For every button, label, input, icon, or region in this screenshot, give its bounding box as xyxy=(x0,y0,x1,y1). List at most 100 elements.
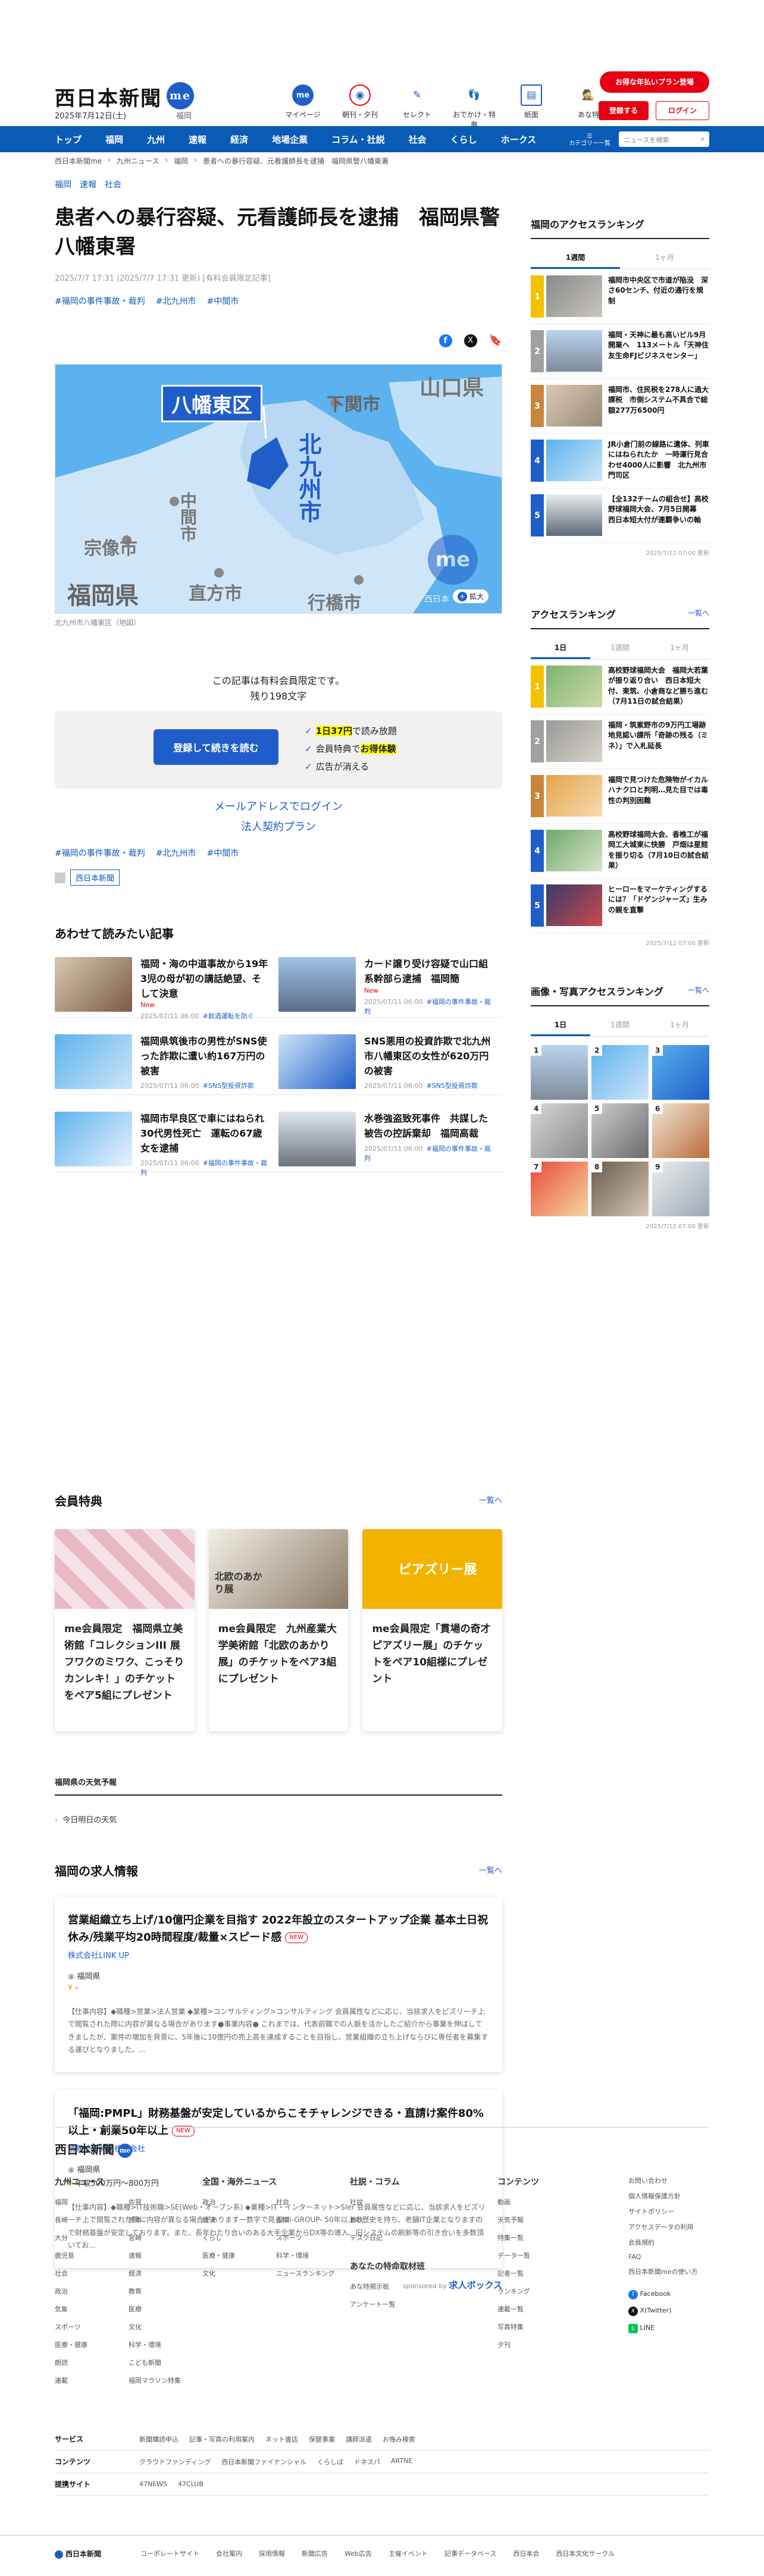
ranking-item[interactable]: 5 【全132チームの組合せ】高校野球福岡大会、7月5日開幕 西日本短大付が連覇争… xyxy=(531,488,709,543)
footer-link[interactable]: 医療・健康 xyxy=(202,2251,276,2260)
ranking-item[interactable]: 4 高校野球福岡大会、香椎工が福岡工大城東に快勝 戸畑は星館を振り切る（7月10日… xyxy=(531,824,709,878)
footer-link[interactable]: 社会 xyxy=(55,2268,129,2278)
footer-service-link[interactable]: 47CLUB xyxy=(178,2480,203,2488)
nav-economy[interactable]: 経済 xyxy=(230,133,260,146)
footer-bottom-link[interactable]: 記事データベース xyxy=(444,2549,496,2558)
related-item[interactable]: SNS悪用の投資詐欺で北九州市八幡東区の女性が620万円の被害 2025/07/1… xyxy=(278,1034,502,1095)
footer-service-link[interactable]: 保健事業 xyxy=(309,2434,335,2444)
register-continue-button[interactable]: 登録して続きを読む xyxy=(154,729,278,765)
search-input[interactable]: ニュースを検索 ⌕ xyxy=(619,131,709,147)
footer-bottom-link[interactable]: 西日本会 xyxy=(513,2549,539,2558)
ranking-item[interactable]: 3 福岡市、住民税を278人に過大課税 市側システム不具合で総額277万6500円 xyxy=(531,379,709,434)
site-logo[interactable]: 西日本新聞 me xyxy=(55,82,194,111)
footer-link[interactable]: 政治 xyxy=(202,2197,276,2207)
footer-link[interactable]: 経済 xyxy=(202,2215,276,2224)
outing-link[interactable]: 👣 おでかけ・特典 xyxy=(451,84,497,130)
footer-link[interactable]: 医療・健康 xyxy=(55,2340,129,2349)
footer-link[interactable]: 国際 xyxy=(276,2215,350,2224)
ranking-item[interactable]: 1 高校野球福岡大会 福岡大若葉が振り返り合い 西日本短大付、東筑、小倉商など勝ち… xyxy=(531,660,709,714)
footer-link[interactable]: 記者一覧 xyxy=(497,2268,628,2278)
photo-thumb[interactable]: 8 xyxy=(591,1162,649,1216)
nav-local-business[interactable]: 地場企業 xyxy=(272,133,320,146)
tab-week[interactable]: 1週間 xyxy=(590,638,650,659)
related-item[interactable]: 福岡市早良区で車にはねられ30代男性死亡 運転の67歳女を逮捕 2025/07/1… xyxy=(55,1112,278,1176)
photo-more-link[interactable]: 一覧へ xyxy=(688,985,709,995)
footer-link[interactable]: 連載 xyxy=(55,2376,129,2385)
member-card[interactable]: ピアズリー展 me会員限定「貫場の奇才 ピアズリー展」のチケットをペア10組様に… xyxy=(362,1529,503,1731)
footer-link[interactable]: データ一覧 xyxy=(497,2251,628,2260)
footer-link[interactable]: スポーツ xyxy=(276,2233,350,2242)
footer-link[interactable]: 福岡 xyxy=(55,2197,129,2207)
bookmark-icon[interactable]: 🔖 xyxy=(489,334,502,347)
email-login-link[interactable]: メールアドレスでログイン xyxy=(55,797,502,817)
photo-thumb[interactable]: 5 xyxy=(591,1103,649,1158)
ranking-item[interactable]: 2 福岡・天神に最も高いビル9月開業へ 113メートル「天神住友生命FJビジネスセ… xyxy=(531,324,709,379)
footer-link[interactable]: 社会 xyxy=(276,2197,350,2207)
footer-bottom-link[interactable]: 主催イベント xyxy=(389,2549,428,2558)
footer-bottom-link[interactable]: 新聞広告 xyxy=(302,2549,328,2558)
footer-link[interactable]: 大分 xyxy=(55,2233,129,2242)
category-tag[interactable]: 社会 xyxy=(105,178,121,190)
related-item[interactable]: 水巻強盗致死事件 共謀した被告の控訴棄却 福岡高裁 2025/07/11 06:0… xyxy=(278,1112,502,1172)
topic-tag[interactable]: #中間市 xyxy=(206,295,239,307)
ranking-item[interactable]: 4 JR小倉门前の線路に遺体、列車にはねられたか 一時運行見合わせ4000人に影響… xyxy=(531,434,709,488)
ranking-item[interactable]: 2 福岡・筑紫野市の9万円工場跡地見認い課所「奇跡の残る（ミネ）」で入札延長 xyxy=(531,714,709,769)
x-icon[interactable]: X xyxy=(464,334,477,347)
facebook-link[interactable]: f Facebook xyxy=(628,2286,700,2303)
corporate-plan-link[interactable]: 法人契約プラン xyxy=(55,817,502,837)
topic-tag[interactable]: #北九州市 xyxy=(156,295,196,307)
photo-thumb[interactable]: 3 xyxy=(652,1045,709,1100)
related-item[interactable]: 福岡・海の中道事故から19年 3児の母が初の講話絶望、そして決意 New 2025/… xyxy=(55,957,278,1020)
footer-service-link[interactable]: クラウドファンディング xyxy=(139,2457,211,2467)
tab-day[interactable]: 1日 xyxy=(531,1015,590,1036)
footer-link[interactable]: 文化 xyxy=(202,2268,276,2278)
facebook-icon[interactable]: f xyxy=(439,334,452,347)
newspaper-link[interactable]: ◉ 朝刊・夕刊 xyxy=(337,84,383,130)
topic-tag[interactable]: #福岡の事件事故・裁判 xyxy=(55,847,145,859)
footer-link[interactable]: 科学・環境 xyxy=(276,2251,350,2260)
footer-link[interactable]: こども新聞 xyxy=(129,2358,202,2367)
footer-link[interactable]: ランキング xyxy=(497,2286,628,2296)
footer-link[interactable]: アクセスデータの利用 xyxy=(628,2222,700,2232)
footer-service-link[interactable]: 講師派遣 xyxy=(346,2434,372,2444)
tab-month[interactable]: 1ヶ月 xyxy=(650,1015,709,1036)
nav-fukuoka[interactable]: 福岡 xyxy=(105,133,135,146)
footer-link[interactable]: お問い合わせ xyxy=(628,2176,700,2185)
footer-bottom-link[interactable]: 会社案内 xyxy=(216,2549,242,2558)
footer-link[interactable]: アンケート一覧 xyxy=(350,2299,497,2309)
jobs-more-link[interactable]: 一覧へ xyxy=(479,1864,502,1875)
footer-link[interactable]: 西日本新聞meの使い方 xyxy=(628,2267,700,2276)
photo-thumb[interactable]: 6 xyxy=(652,1103,709,1158)
line-link[interactable]: L LINE xyxy=(628,2320,700,2337)
nav-breaking[interactable]: 速報 xyxy=(189,133,218,146)
mypage-link[interactable]: me マイページ xyxy=(280,84,326,130)
footer-bottom-link[interactable]: Web広告 xyxy=(345,2549,372,2558)
footer-link[interactable]: 経済 xyxy=(129,2268,202,2278)
footer-service-link[interactable]: くらしば xyxy=(317,2457,343,2467)
topic-tag[interactable]: #北九州市 xyxy=(156,847,196,859)
nav-life[interactable]: くらし xyxy=(450,133,489,146)
tab-month[interactable]: 1ヶ月 xyxy=(650,638,709,659)
footer-service-link[interactable]: 新聞購読申込 xyxy=(139,2434,179,2444)
footer-link[interactable]: 長崎 xyxy=(55,2215,129,2224)
breadcrumb-item[interactable]: 西日本新聞me xyxy=(55,156,102,166)
zoom-button[interactable]: + 拡大 xyxy=(453,589,489,603)
footer-link[interactable]: 個人情報保護方針 xyxy=(628,2191,700,2201)
footer-bottom-link[interactable]: コーポレートサイト xyxy=(140,2549,199,2558)
tab-week[interactable]: 1週間 xyxy=(531,247,620,269)
footer-link[interactable]: 政治 xyxy=(55,2286,129,2296)
topic-tag[interactable]: #福岡の事件事故・裁判 xyxy=(55,295,145,307)
footer-link[interactable]: 福岡マラソン特集 xyxy=(129,2376,202,2385)
footer-link[interactable]: 医療 xyxy=(129,2304,202,2314)
ranking-item[interactable]: 5 ヒーローをマーケティングするには？「ドゲンジャーズ」生みの親を直撃 xyxy=(531,878,709,933)
footer-link[interactable]: 文化 xyxy=(129,2322,202,2332)
tab-day[interactable]: 1日 xyxy=(531,638,590,659)
member-more-link[interactable]: 一覧へ xyxy=(479,1494,502,1505)
footer-service-link[interactable]: 記事・写真の利用案内 xyxy=(189,2434,255,2444)
x-link[interactable]: X X(Twitter) xyxy=(628,2302,700,2320)
header-region[interactable]: 福岡 xyxy=(176,109,192,121)
footer-link[interactable]: 気象 xyxy=(55,2304,129,2314)
nav-society[interactable]: 社会 xyxy=(409,133,439,146)
footer-link[interactable]: スポーツ xyxy=(55,2322,129,2332)
footer-link[interactable]: 会員規約 xyxy=(628,2238,700,2247)
